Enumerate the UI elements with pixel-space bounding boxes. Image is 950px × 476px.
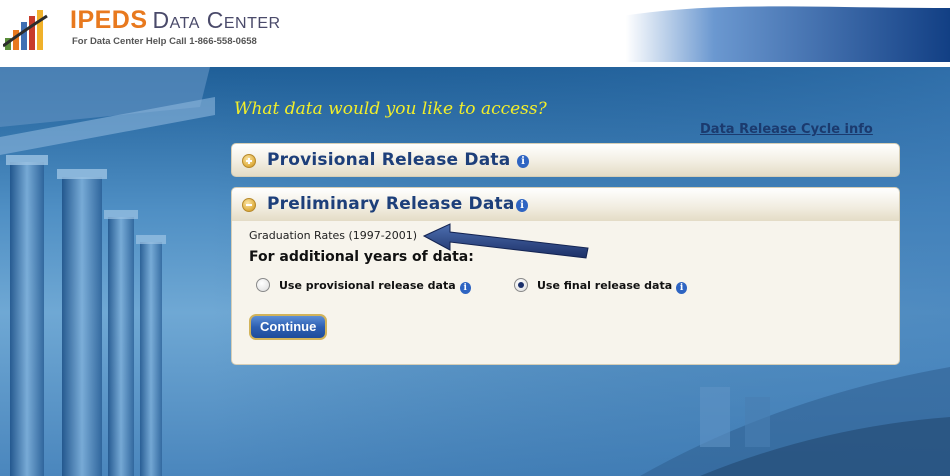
info-icon[interactable]: i (676, 282, 688, 294)
access-question-heading: What data would you like to access? (234, 99, 547, 119)
logo-ipeds-text: IPEDS (70, 6, 148, 34)
collapse-minus-icon[interactable] (242, 198, 256, 212)
preliminary-release-title: Preliminary Release Data (267, 194, 515, 214)
arrow-pointer-icon (422, 223, 589, 259)
preliminary-release-panel-header[interactable]: Preliminary Release Data i (231, 187, 900, 221)
provisional-release-panel-header[interactable]: Provisional Release Data i (231, 143, 900, 177)
graduation-rates-item: Graduation Rates (1997-2001) (249, 229, 418, 242)
continue-button[interactable]: Continue (249, 314, 328, 340)
provisional-release-radio[interactable] (256, 278, 270, 292)
help-phone-text: For Data Center Help Call 1-866-558-0658 (72, 36, 257, 47)
data-release-cycle-link[interactable]: Data Release Cycle info (700, 122, 873, 137)
provisional-release-title: Provisional Release Data (267, 150, 511, 170)
expand-plus-icon[interactable] (242, 154, 256, 168)
logo-datacenter-text: Data Center (152, 7, 281, 33)
info-icon[interactable]: i (517, 155, 529, 168)
logo-title: IPEDS Data Center (70, 6, 281, 35)
info-icon[interactable]: i (516, 199, 528, 212)
info-icon[interactable]: i (459, 282, 471, 294)
final-release-option-text: Use final release data (537, 279, 673, 292)
site-header: IPEDS Data Center For Data Center Help Ca… (0, 0, 950, 62)
final-release-radio[interactable] (514, 278, 528, 292)
final-release-radio-label[interactable]: Use final release data i (537, 279, 688, 294)
logo-bars-icon (3, 10, 48, 50)
provisional-release-option-text: Use provisional release data (279, 279, 456, 292)
provisional-release-radio-label[interactable]: Use provisional release data i (279, 279, 471, 294)
